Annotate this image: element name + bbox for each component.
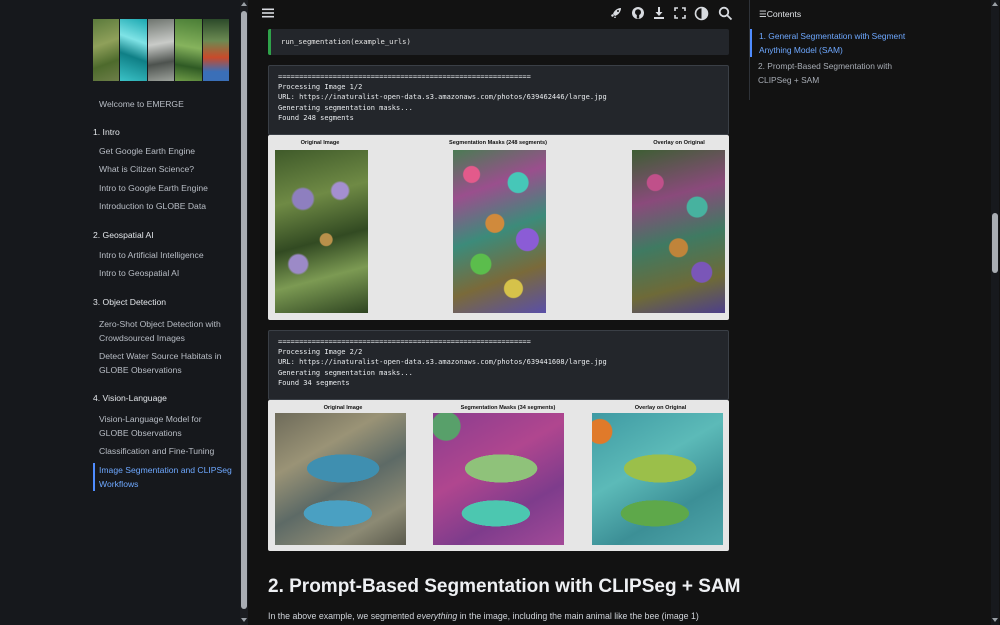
sidebar-item[interactable]: Detect Water Source Habitats in GLOBE Ob… (93, 349, 233, 377)
sidebar-item[interactable]: Zero-Shot Object Detection with Crowdsou… (93, 317, 233, 345)
sidebar-scrollbar-track[interactable] (240, 0, 248, 625)
code-text: run_segmentation(example_urls) (281, 37, 411, 46)
figure-title: Original Image (323, 405, 363, 411)
output-figure-1: Original Image Segmentation Masks (248 s… (268, 135, 729, 320)
scroll-up-arrow-icon[interactable] (992, 2, 998, 6)
output-text-1: ========================================… (268, 65, 729, 135)
figure-title: Original Image (300, 140, 340, 146)
scroll-up-arrow-icon[interactable] (241, 2, 247, 6)
figure-title: Overlay on Original (653, 140, 705, 146)
table-of-contents: ☰Contents 1. General Segmentation with S… (749, 0, 989, 100)
sidebar-item[interactable]: What is Citizen Science? (93, 162, 233, 176)
sidebar-section-heading[interactable]: 1. Intro (93, 125, 233, 139)
sidebar-item[interactable]: Classification and Fine-Tuning (93, 444, 233, 458)
top-toolbar (248, 0, 748, 28)
output-figure-2: Original Image Segmentation Masks (34 se… (268, 400, 729, 551)
main-content: run_segmentation(example_urls) =========… (248, 0, 748, 625)
sidebar-item[interactable]: Welcome to EMERGE (93, 97, 233, 111)
sidebar-item[interactable]: Introduction to GLOBE Data (93, 199, 233, 213)
section-heading: 2. Prompt-Based Segmentation with CLIPSe… (268, 576, 741, 597)
sidebar-section-heading[interactable]: 4. Vision-Language (93, 391, 233, 405)
sidebar-scrollbar-thumb[interactable] (241, 11, 247, 609)
toc-title: ☰Contents (759, 9, 801, 20)
list-icon: ☰ (759, 9, 767, 19)
sidebar-section-heading[interactable]: 2. Geospatial AI (93, 228, 233, 242)
original-image-bee (275, 150, 368, 313)
scroll-down-arrow-icon[interactable] (241, 618, 247, 622)
sidebar-item[interactable]: Get Google Earth Engine (93, 144, 233, 158)
github-icon[interactable] (630, 6, 646, 22)
logo-strip (175, 19, 202, 81)
fullscreen-icon[interactable] (672, 6, 688, 22)
sidebar-item-active[interactable]: Image Segmentation and CLIPSeg Workflows (93, 463, 233, 491)
logo-strip (120, 19, 147, 81)
original-image-fish (275, 413, 406, 545)
logo-strip (93, 19, 120, 81)
scroll-down-arrow-icon[interactable] (992, 618, 998, 622)
sidebar-item[interactable]: Intro to Artificial Intelligence (93, 248, 233, 262)
overlay-image-fish (592, 413, 723, 545)
page-scrollbar-thumb[interactable] (992, 213, 998, 273)
paragraph: In the above example, we segmented every… (268, 611, 699, 621)
segmentation-mask-image-bee (453, 150, 546, 313)
search-icon[interactable] (717, 6, 733, 22)
paragraph-text: In the above example, we segmented (268, 611, 417, 621)
figure-title: Segmentation Masks (248 segments) (449, 140, 547, 146)
left-sidebar: Welcome to EMERGE 1. Intro Get Google Eart… (0, 0, 240, 625)
emphasis-text: everything (416, 611, 458, 621)
overlay-image-bee (632, 150, 725, 313)
theme-toggle-icon[interactable] (693, 6, 709, 22)
sidebar-section-heading[interactable]: 3. Object Detection (93, 295, 233, 309)
rocket-icon[interactable] (608, 6, 624, 22)
output-text-2: ========================================… (268, 330, 729, 400)
figure-title: Segmentation Masks (34 segments) (460, 405, 556, 411)
code-input-cell[interactable]: run_segmentation(example_urls) (268, 29, 729, 55)
logo-strip (147, 19, 175, 81)
sidebar-item[interactable]: Intro to Geospatial AI (93, 266, 233, 280)
paragraph-text: in the image, including the main animal … (457, 611, 699, 621)
logo-strip (202, 19, 230, 81)
page-scrollbar-track[interactable] (991, 0, 999, 625)
toc-item-prompt-based-segmentation[interactable]: 2. Prompt-Based Segmentation with CLIPSe… (750, 59, 910, 87)
toc-item-general-segmentation[interactable]: 1. General Segmentation with Segment Any… (750, 29, 910, 57)
download-icon[interactable] (651, 6, 667, 22)
sidebar-item[interactable]: Vision-Language Model for GLOBE Observat… (93, 412, 233, 440)
sidebar-item[interactable]: Intro to Google Earth Engine (93, 181, 233, 195)
site-logo[interactable] (93, 19, 230, 81)
figure-title: Overlay on Original (634, 405, 687, 411)
segmentation-mask-image-fish (433, 413, 564, 545)
toc-title-text: Contents (766, 9, 802, 19)
menu-icon[interactable] (260, 6, 276, 22)
